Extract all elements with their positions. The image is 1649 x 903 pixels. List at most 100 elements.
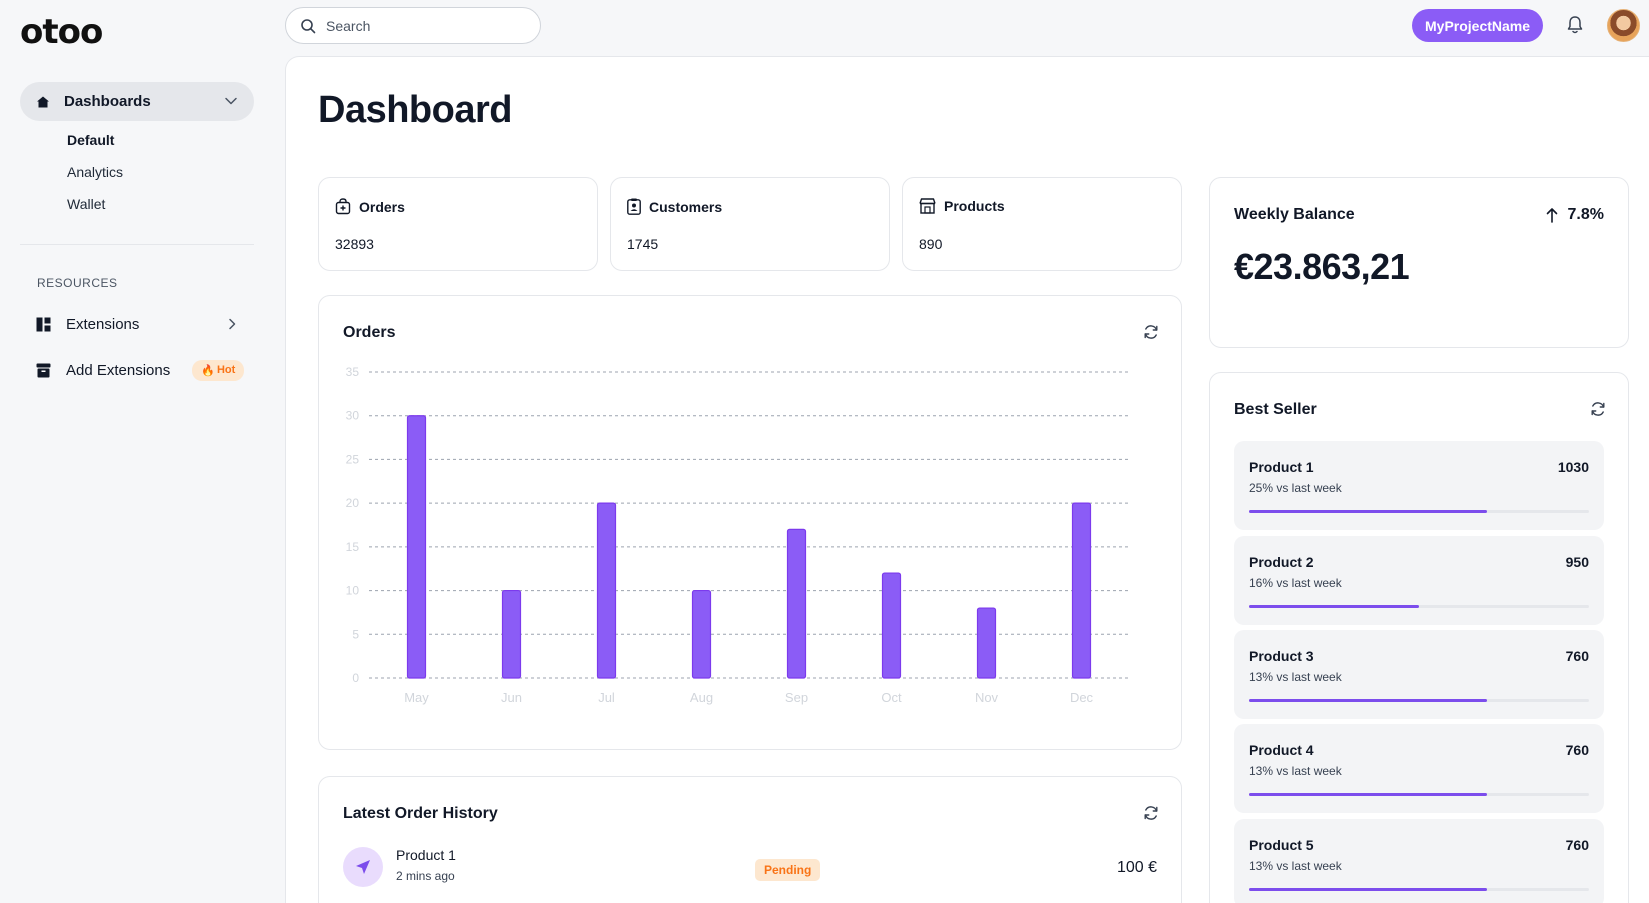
stat-label: Products	[944, 198, 1005, 214]
stat-value: 32893	[335, 236, 374, 252]
sidebar: Dashboards Default Analytics Wallet RESO…	[0, 56, 284, 903]
best-seller-value: 760	[1565, 648, 1589, 664]
y-tick-label: 30	[346, 409, 360, 423]
order-icon-badge	[343, 847, 383, 887]
best-seller-change: 25% vs last week	[1249, 481, 1342, 495]
stat-value: 1745	[627, 236, 659, 252]
sidebar-item-dashboards[interactable]: Dashboards	[20, 82, 254, 121]
send-icon	[356, 860, 370, 874]
chart-bar[interactable]	[881, 572, 902, 679]
chart-bar[interactable]	[596, 502, 617, 679]
archive-icon	[36, 363, 51, 377]
shopping-bag-icon	[335, 198, 351, 215]
best-seller-change: 13% vs last week	[1249, 859, 1342, 873]
sidebar-subitem-analytics[interactable]: Analytics	[67, 164, 123, 180]
grid-icon	[36, 317, 51, 331]
search-bar[interactable]	[285, 7, 541, 44]
best-seller-item[interactable]: Product 2 950 16% vs last week	[1234, 536, 1604, 625]
order-price: 100 €	[1116, 859, 1157, 876]
refresh-icon[interactable]	[1143, 805, 1159, 821]
chart-bar[interactable]	[1071, 502, 1092, 679]
fire-icon: 🔥	[201, 364, 215, 377]
sidebar-subitem-wallet[interactable]: Wallet	[67, 196, 105, 212]
x-tick-label: Aug	[690, 690, 713, 705]
sidebar-divider	[20, 244, 254, 245]
x-tick-label: Jun	[501, 690, 522, 705]
progress-fill	[1249, 605, 1419, 608]
chart-bar[interactable]	[786, 528, 807, 679]
project-button[interactable]: MyProjectName	[1412, 9, 1544, 42]
balance-change: 7.8%	[1546, 206, 1604, 224]
y-tick-label: 35	[346, 365, 360, 379]
orders-chart-card: Orders 0 5 10 15 20 25 30 35 May Jun Jul Aug Sep Oct N…	[318, 295, 1182, 750]
sidebar-subitem-default[interactable]: Default	[67, 132, 114, 148]
search-input[interactable]	[326, 17, 526, 34]
sidebar-item-label: Dashboards	[64, 93, 151, 110]
x-tick-label: Oct	[881, 690, 902, 705]
stat-card-orders: Orders 32893	[318, 177, 598, 271]
store-icon	[919, 198, 936, 214]
best-seller-title: Best Seller	[1234, 401, 1317, 418]
arrow-up-icon	[1546, 208, 1557, 223]
y-tick-label: 5	[352, 627, 359, 641]
stat-card-customers: Customers 1745	[610, 177, 890, 271]
best-seller-product-name: Product 1	[1249, 459, 1314, 475]
best-seller-change: 13% vs last week	[1249, 764, 1342, 778]
bell-icon[interactable]	[1565, 14, 1585, 36]
progress-fill	[1249, 699, 1487, 702]
sidebar-item-add-extensions[interactable]: Add Extensions 🔥 Hot	[36, 358, 256, 382]
main-content: Dashboard Orders 32893 Customers 1745 Pr…	[285, 56, 1649, 903]
hot-badge: 🔥 Hot	[192, 359, 245, 381]
home-icon	[37, 96, 49, 107]
best-seller-change: 13% vs last week	[1249, 670, 1342, 684]
refresh-icon[interactable]	[1590, 401, 1606, 417]
chart-bar[interactable]	[406, 415, 427, 679]
y-tick-label: 25	[346, 452, 360, 466]
chevron-down-icon	[225, 97, 237, 105]
stat-value: 890	[919, 236, 943, 252]
weekly-balance-card: Weekly Balance 7.8% €23.863,21	[1209, 177, 1629, 348]
resources-heading: RESOURCES	[37, 276, 118, 290]
x-tick-label: Jul	[598, 690, 615, 705]
chart-bar[interactable]	[501, 589, 522, 679]
user-avatar[interactable]	[1607, 9, 1640, 42]
y-tick-label: 15	[346, 540, 360, 554]
chart-bar[interactable]	[976, 607, 997, 679]
best-seller-item[interactable]: Product 5 760 13% vs last week	[1234, 819, 1604, 903]
order-product-name[interactable]: Product 1	[396, 847, 456, 863]
y-tick-label: 10	[346, 584, 360, 598]
best-seller-item[interactable]: Product 4 760 13% vs last week	[1234, 724, 1604, 813]
x-tick-label: May	[404, 690, 429, 705]
progress-track	[1249, 510, 1589, 513]
balance-change-value: 7.8%	[1567, 206, 1604, 223]
order-time: 2 mins ago	[396, 869, 455, 883]
best-seller-item[interactable]: Product 3 760 13% vs last week	[1234, 630, 1604, 719]
y-tick-label: 20	[346, 496, 360, 510]
weekly-balance-title: Weekly Balance	[1234, 206, 1355, 223]
x-tick-label: Nov	[975, 690, 999, 705]
y-tick-label: 0	[352, 671, 359, 685]
progress-fill	[1249, 793, 1487, 796]
progress-fill	[1249, 510, 1487, 513]
progress-track	[1249, 888, 1589, 891]
sidebar-item-label: Add Extensions	[66, 361, 171, 379]
status-badge: Pending	[755, 859, 821, 881]
order-history-title: Latest Order History	[343, 805, 498, 822]
best-seller-product-name: Product 5	[1249, 837, 1314, 853]
order-history-card: Latest Order History Product 1 2 mins ag…	[318, 776, 1182, 903]
stat-label: Customers	[649, 198, 723, 215]
best-seller-product-name: Product 2	[1249, 554, 1314, 570]
orders-bar-chart: 0 5 10 15 20 25 30 35 May Jun Jul Aug Sep Oct Nov Dec	[346, 365, 1129, 705]
x-tick-label: Dec	[1070, 690, 1094, 705]
progress-track	[1249, 793, 1589, 796]
best-seller-value: 760	[1565, 837, 1589, 853]
chart-bar[interactable]	[691, 589, 712, 679]
sidebar-item-extensions[interactable]: Extensions	[36, 312, 256, 336]
chevron-right-icon	[229, 318, 236, 330]
best-seller-product-name: Product 3	[1249, 648, 1314, 664]
progress-track	[1249, 699, 1589, 702]
best-seller-item[interactable]: Product 1 1030 25% vs last week	[1234, 441, 1604, 530]
app-logo[interactable]: otoo	[20, 12, 103, 52]
clipboard-user-icon	[627, 198, 641, 215]
page-title: Dashboard	[318, 89, 512, 131]
